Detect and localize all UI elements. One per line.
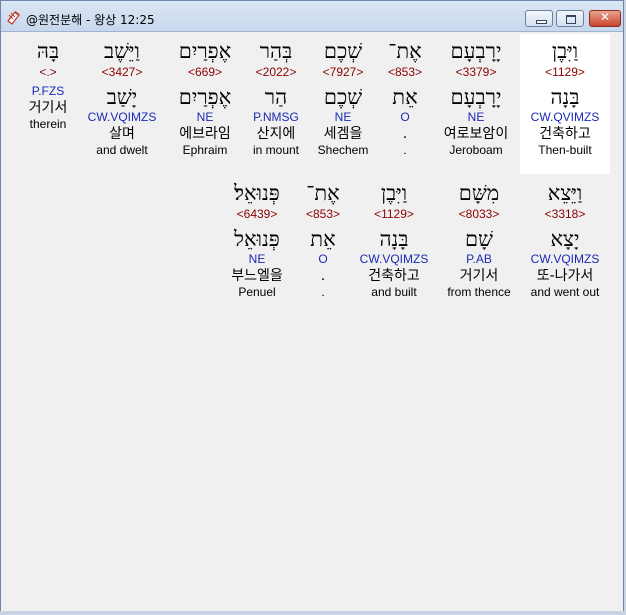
strong-number: <2022> (255, 65, 297, 79)
strong-number: <.> (39, 65, 57, 79)
hebrew-word: בָּהּ (36, 39, 60, 63)
hebrew-lemma: הַר (264, 85, 288, 109)
english-gloss: from thence (447, 285, 511, 299)
hebrew-word: וַיֵּצֵא (547, 181, 583, 205)
korean-gloss: 거기서 (28, 100, 68, 116)
korean-gloss: 산지에 (256, 126, 296, 142)
english-gloss: . (403, 143, 407, 157)
hebrew-word: אֶת־ (306, 181, 340, 205)
strong-number: <1129> (374, 207, 414, 221)
strong-number: <6439> (236, 207, 278, 221)
korean-gloss: 살며 (109, 126, 135, 142)
word-cell[interactable]: אֶת־ <853> אֵת O . . (306, 180, 340, 299)
close-button[interactable] (589, 10, 621, 27)
hebrew-lemma: שְׁכֶם (323, 85, 363, 109)
word-cell[interactable]: וַיֵּצֵא <3318> יָצָא CW.VQIMZS 또-나가서 an… (531, 180, 600, 299)
korean-gloss: 부느엘을 (231, 268, 283, 284)
hebrew-lemma: שָׁם (465, 227, 493, 251)
strong-number: <8033> (458, 207, 500, 221)
parsing-code: CW.QVIMZS (530, 110, 600, 124)
parsing-code: P.AB (466, 252, 492, 266)
hebrew-lemma: פְּנוּאֵל (234, 227, 280, 251)
word-cell[interactable]: פְּנוּאֵל׃ <6439> פְּנוּאֵל NE 부느엘을 Penu… (231, 180, 283, 299)
word-cell[interactable]: יָרָבְעָם <3379> יָרָבְעָם NE 여로보암이 Jero… (444, 38, 508, 157)
korean-gloss: 거기서 (459, 268, 499, 284)
hebrew-lemma: אֵת (310, 227, 336, 251)
korean-gloss: 세겜을 (323, 126, 363, 142)
word-cell[interactable]: שְׁכֶם <7927> שְׁכֶם NE 세겜을 Shechem (318, 38, 369, 157)
english-gloss: Jeroboam (449, 143, 503, 157)
korean-gloss: . (402, 126, 408, 142)
parsing-code: P.NMSG (253, 110, 299, 124)
korean-gloss: 또-나가서 (536, 268, 594, 284)
word-cell[interactable]: אֶפְרַיִם <669> אֶפְרַיִם NE 에브라임 Ephrai… (179, 38, 232, 157)
hebrew-word: פְּנוּאֵל׃ (234, 181, 280, 205)
hebrew-lemma: בָּנָה (550, 85, 580, 109)
english-gloss: therein (29, 117, 67, 131)
app-window: @원전분해 - 왕상 12:25 וַיִּבֶן <1129> בָּנָה … (0, 0, 624, 613)
word-cell[interactable]: מִשָּׁם <8033> שָׁם P.AB 거기서 from thence (447, 180, 510, 299)
minimize-button[interactable] (525, 10, 553, 27)
korean-gloss: 건축하고 (368, 268, 420, 284)
hebrew-lemma: בָּנָה (379, 227, 409, 251)
word-cell[interactable]: וַיִּבֶן <1129> בָּנָה CW.VQIMZS 건축하고 an… (360, 180, 429, 299)
korean-gloss: 건축하고 (539, 126, 591, 142)
word-cell[interactable]: אֶת־ <853> אֵת O . . (388, 38, 422, 157)
hebrew-word: וַיֵּשֶׁב (104, 39, 140, 63)
english-gloss: . (321, 285, 325, 299)
hebrew-lemma: יָצָא (550, 227, 580, 251)
english-gloss: and dwelt (96, 143, 148, 157)
word-cell[interactable]: בְּהַר <2022> הַר P.NMSG 산지에 in mount (253, 38, 299, 157)
hebrew-word: וַיִּבֶן (380, 181, 408, 205)
strong-number: <7927> (322, 65, 364, 79)
english-gloss: in mount (252, 143, 300, 157)
strong-number: <853> (305, 207, 341, 221)
word-cell[interactable]: וַיֵּשֶׁב <3427> יָשַׁב CW.VQIMZS 살며 and… (88, 38, 157, 157)
maximize-button[interactable] (556, 10, 584, 27)
english-gloss: Shechem (317, 143, 369, 157)
window-title: @원전분해 - 왕상 12:25 (26, 13, 155, 27)
analysis-pane: וַיִּבֶן <1129> בָּנָה CW.QVIMZS 건축하고 Th… (1, 32, 623, 612)
strong-number: <1129> (545, 65, 585, 79)
hebrew-word: וַיִּבֶן (551, 39, 579, 63)
parsing-code: NE (467, 110, 485, 124)
strong-number: <3427> (101, 65, 143, 79)
english-gloss: Then-built (538, 143, 592, 157)
desktop-strip (0, 611, 626, 615)
hebrew-lemma: אֵת (392, 85, 418, 109)
english-gloss: and built (371, 285, 417, 299)
parsing-code: NE (334, 110, 352, 124)
hebrew-word: שְׁכֶם (323, 39, 363, 63)
korean-gloss: 에브라임 (179, 126, 231, 142)
parsing-code: NE (196, 110, 214, 124)
korean-gloss: . (320, 268, 326, 284)
hebrew-lemma: אֶפְרַיִם (178, 85, 232, 109)
hebrew-word: בְּהַר (259, 39, 293, 63)
parsing-code: O (318, 252, 328, 266)
strong-number: <853> (387, 65, 423, 79)
parsing-code: CW.VQIMZS (87, 110, 157, 124)
title-bar[interactable]: @원전분해 - 왕상 12:25 (1, 1, 623, 32)
hebrew-lemma: יָרָבְעָם (450, 85, 502, 109)
hebrew-lemma: יָשַׁב (106, 85, 138, 109)
parsing-code: P.FZS (31, 84, 65, 98)
english-gloss: Ephraim (182, 143, 228, 157)
parsing-code: O (400, 110, 410, 124)
word-cell[interactable]: וַיִּבֶן <1129> בָּנָה CW.QVIMZS 건축하고 Th… (531, 38, 600, 157)
app-icon[interactable] (6, 9, 22, 25)
strong-number: <669> (187, 65, 223, 79)
parsing-code: CW.VQIMZS (359, 252, 429, 266)
parsing-code: NE (248, 252, 266, 266)
hebrew-word: מִשָּׁם (458, 181, 500, 205)
english-gloss: Penuel (238, 285, 276, 299)
hebrew-word: אֶת־ (388, 39, 422, 63)
word-cell[interactable]: בָּהּ <.> P.FZS 거기서 therein (29, 38, 68, 131)
strong-number: <3379> (455, 65, 497, 79)
parsing-code: CW.VQIMZS (530, 252, 600, 266)
english-gloss: and went out (530, 285, 600, 299)
hebrew-word: אֶפְרַיִם (178, 39, 232, 63)
hebrew-word: יָרָבְעָם (450, 39, 502, 63)
korean-gloss: 여로보암이 (443, 126, 509, 142)
strong-number: <3318> (544, 207, 586, 221)
